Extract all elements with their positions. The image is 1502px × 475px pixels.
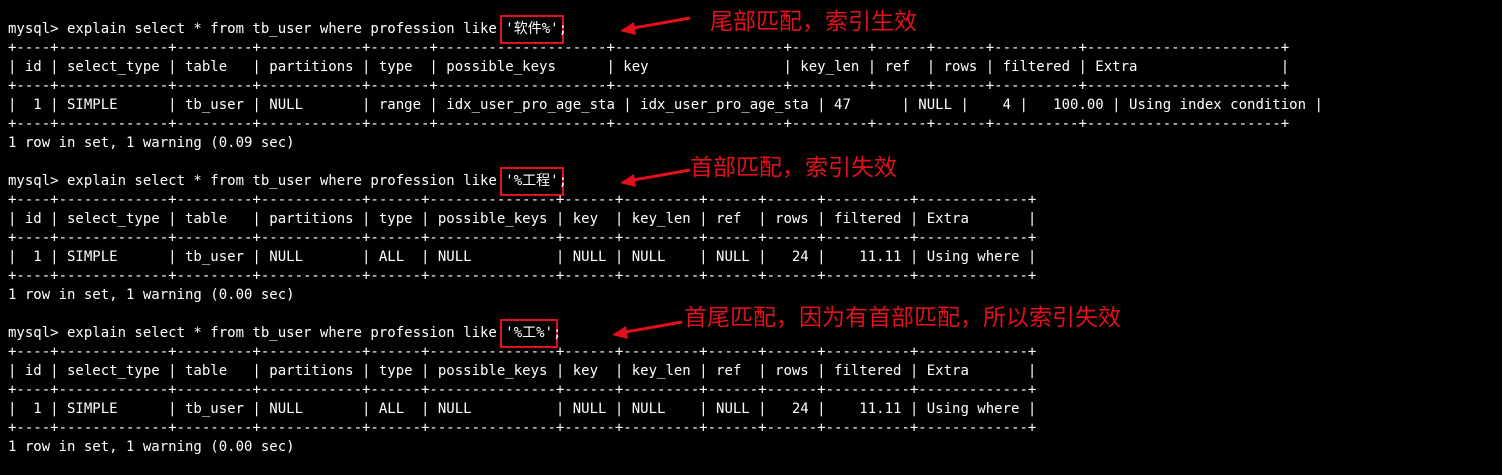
annotation-note: 首部匹配，索引失效 — [690, 155, 897, 181]
table-border: +----+-------------+---------+----------… — [8, 116, 1290, 132]
table-header-row: | id | select_type | table | partitions … — [8, 59, 1290, 75]
table-row: | 1 | SIMPLE | tb_user | NULL | ALL | NU… — [8, 401, 1037, 417]
command-terminator: ; — [558, 21, 568, 37]
annotation-arrow-icon — [612, 320, 683, 339]
terminal-window[interactable]: mysql> explain select * from tb_user whe… — [0, 0, 1502, 475]
table-border: +----+-------------+---------+----------… — [8, 192, 1037, 208]
arrow-head — [620, 22, 636, 35]
command-line: mysql> explain select * from tb_user whe… — [8, 15, 568, 44]
table-border: +----+-------------+---------+----------… — [8, 268, 1037, 284]
command-terminator: ; — [558, 173, 568, 189]
table-row: | 1 | SIMPLE | tb_user | NULL | range | … — [8, 97, 1323, 113]
table-header-row: | id | select_type | table | partitions … — [8, 211, 1037, 227]
annotation-note: 尾部匹配，索引生效 — [710, 9, 917, 35]
table-border: +----+-------------+---------+----------… — [8, 382, 1037, 398]
annotation-note: 首尾匹配，因为有首部匹配，所以索引失效 — [684, 305, 1121, 331]
table-border: +----+-------------+---------+----------… — [8, 420, 1037, 436]
arrow-shaft — [619, 320, 683, 335]
highlighted-like-pattern: '软件%' — [500, 15, 564, 44]
arrow-shaft — [627, 168, 691, 183]
result-summary: 1 row in set, 1 warning (0.09 sec) — [8, 135, 295, 151]
annotation-arrow-icon — [620, 168, 691, 187]
table-row: | 1 | SIMPLE | tb_user | NULL | ALL | NU… — [8, 249, 1037, 265]
table-header-row: | id | select_type | table | partitions … — [8, 363, 1037, 379]
result-summary: 1 row in set, 1 warning (0.00 sec) — [8, 287, 295, 303]
table-border: +----+-------------+---------+----------… — [8, 230, 1037, 246]
command-text: mysql> explain select * from tb_user whe… — [8, 325, 506, 341]
table-border: +----+-------------+---------+----------… — [8, 40, 1290, 56]
highlighted-like-pattern: '%工程' — [500, 167, 564, 196]
command-text: mysql> explain select * from tb_user whe… — [8, 173, 506, 189]
arrow-head — [620, 174, 636, 187]
table-border: +----+-------------+---------+----------… — [8, 344, 1037, 360]
arrow-shaft — [627, 16, 691, 31]
highlighted-like-pattern: '%工%' — [500, 319, 558, 348]
arrow-head — [612, 326, 628, 339]
table-border: +----+-------------+---------+----------… — [8, 78, 1290, 94]
command-line: mysql> explain select * from tb_user whe… — [8, 167, 568, 196]
result-summary: 1 row in set, 1 warning (0.00 sec) — [8, 439, 295, 455]
command-text: mysql> explain select * from tb_user whe… — [8, 21, 506, 37]
command-terminator: ; — [553, 325, 562, 341]
annotation-arrow-icon — [620, 16, 691, 35]
command-line: mysql> explain select * from tb_user whe… — [8, 319, 562, 348]
